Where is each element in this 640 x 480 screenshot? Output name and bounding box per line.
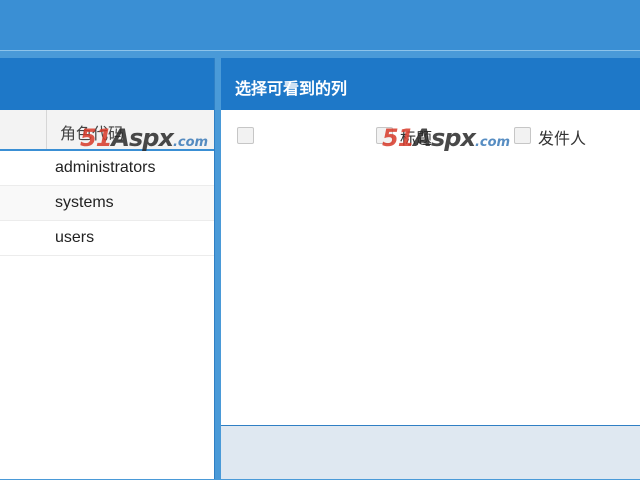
column-chooser-body: 标题 发件人 bbox=[221, 110, 640, 425]
roles-panel-header bbox=[0, 58, 214, 110]
table-row[interactable]: users bbox=[0, 221, 214, 256]
role-code-cell: users bbox=[55, 229, 95, 246]
column-chooser-panel: 选择可看到的列 标题 发件人 bbox=[221, 58, 640, 479]
column-header-role-code[interactable]: 角色代码 bbox=[60, 120, 124, 144]
table-row[interactable]: systems bbox=[0, 186, 214, 221]
role-code-cell: administrators bbox=[55, 159, 156, 176]
column-chooser-header: 选择可看到的列 bbox=[221, 58, 640, 110]
column-label-title: 标题 bbox=[400, 129, 433, 148]
column-chooser-footer bbox=[221, 425, 640, 479]
roles-grid-header: 角色代码 bbox=[0, 110, 214, 151]
roles-panel: 角色代码 administrators systems users bbox=[0, 58, 215, 479]
table-row[interactable]: administrators bbox=[0, 151, 214, 186]
column-checkbox-1[interactable] bbox=[237, 127, 254, 144]
column-divider[interactable] bbox=[46, 110, 47, 149]
column-checkbox-title[interactable] bbox=[376, 127, 393, 144]
top-banner bbox=[0, 0, 640, 51]
column-label-sender: 发件人 bbox=[538, 129, 587, 148]
column-checkbox-sender[interactable] bbox=[514, 127, 531, 144]
role-code-cell: systems bbox=[55, 194, 114, 211]
panel-title: 选择可看到的列 bbox=[235, 79, 348, 98]
